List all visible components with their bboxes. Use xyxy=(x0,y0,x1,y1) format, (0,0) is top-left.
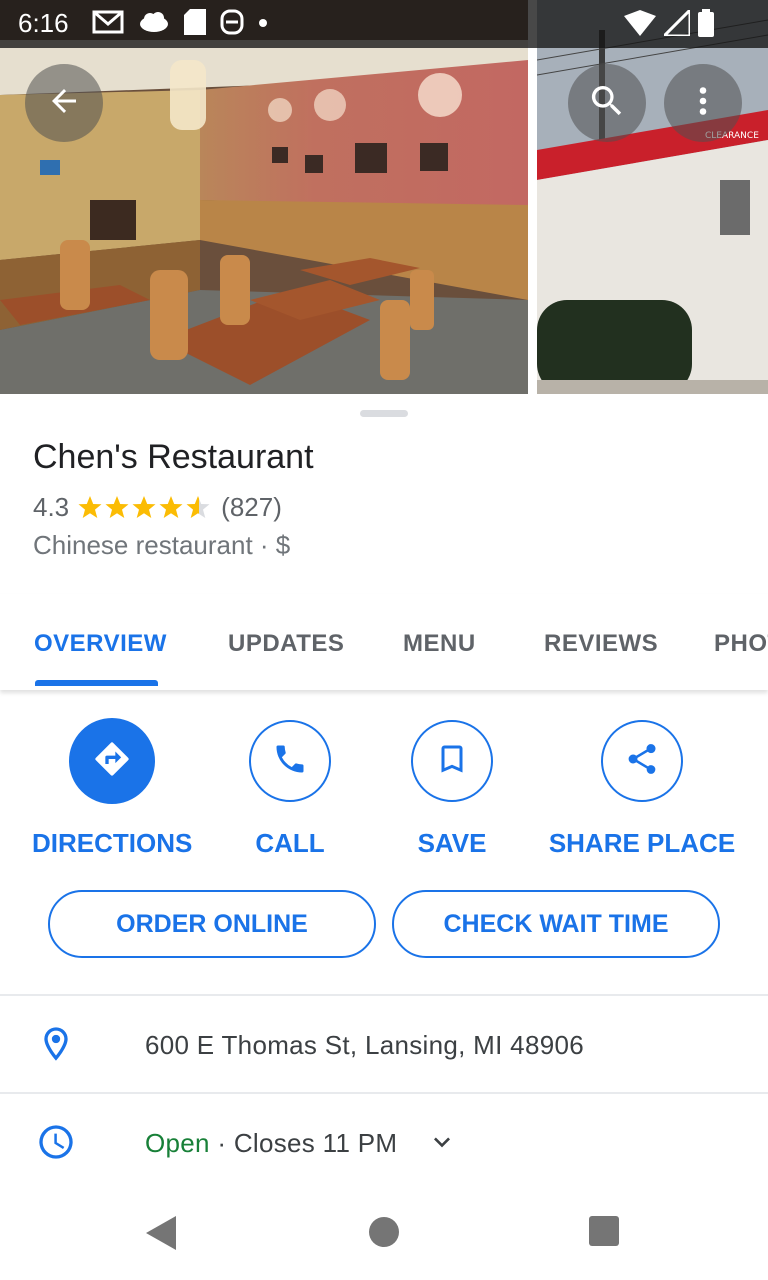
tab-menu[interactable]: MENU xyxy=(403,630,476,658)
place-sheet: Chen's Restaurant 4.3 (827) Chinese rest… xyxy=(0,394,768,1280)
share-circle xyxy=(601,720,683,802)
nav-recents-button[interactable] xyxy=(589,1216,619,1251)
save-button[interactable]: SAVE xyxy=(392,718,512,859)
battery-icon xyxy=(698,9,714,42)
gmail-icon xyxy=(92,10,124,39)
more-options-button[interactable] xyxy=(664,64,742,142)
exterior-photo[interactable]: CLEARANCE xyxy=(537,0,768,394)
search-icon xyxy=(587,81,627,126)
rating-value: 4.3 xyxy=(33,492,70,522)
nav-home-button[interactable] xyxy=(368,1216,400,1253)
more-vert-icon xyxy=(685,83,721,124)
sd-card-icon xyxy=(184,8,206,40)
tab-updates[interactable]: UPDATES xyxy=(228,630,344,658)
directions-label: DIRECTIONS xyxy=(32,828,193,858)
back-button[interactable] xyxy=(25,64,103,142)
dot-icon xyxy=(258,15,268,33)
search-button[interactable] xyxy=(568,64,646,142)
tab-reviews[interactable]: REVIEWS xyxy=(544,630,658,658)
save-circle xyxy=(411,720,493,802)
status-time: 6:16 xyxy=(18,8,69,38)
call-button[interactable]: CALL xyxy=(230,718,350,859)
place-category: Chinese restaurant · $ xyxy=(33,530,291,560)
directions-circle xyxy=(69,718,155,804)
app-icon xyxy=(220,9,244,40)
nav-back-button[interactable] xyxy=(146,1216,178,1255)
save-label: SAVE xyxy=(417,828,487,858)
address-text: 600 E Thomas St, Lansing, MI 48906 xyxy=(145,1030,584,1060)
star-rating-icon xyxy=(78,495,210,518)
closing-time: · Closes 11 PM xyxy=(209,1128,398,1158)
hours-row[interactable]: Open · Closes 11 PM xyxy=(0,1094,768,1190)
bookmark-icon xyxy=(434,741,470,782)
address-row[interactable]: 600 E Thomas St, Lansing, MI 48906 xyxy=(0,996,768,1092)
call-label: CALL xyxy=(255,828,325,858)
share-place-button[interactable]: SHARE PLACE xyxy=(546,718,738,859)
sheet-drag-handle[interactable] xyxy=(360,410,408,417)
place-title: Chen's Restaurant xyxy=(33,438,314,476)
open-status: Open xyxy=(145,1128,210,1158)
phone-icon xyxy=(272,741,308,782)
status-bar: 6:16 xyxy=(0,0,768,48)
rating-stars xyxy=(77,495,213,521)
active-tab-indicator xyxy=(35,680,158,686)
clock-icon xyxy=(36,1122,76,1167)
tab-photos[interactable]: PHOTOS xyxy=(714,630,768,658)
chevron-down-icon[interactable] xyxy=(426,1126,458,1163)
arrow-back-icon xyxy=(46,83,82,124)
share-place-label: SHARE PLACE xyxy=(548,828,736,858)
directions-icon xyxy=(92,739,132,784)
review-count: (827) xyxy=(221,492,282,522)
system-nav-bar xyxy=(0,1184,768,1280)
signal-icon xyxy=(660,6,692,41)
tab-bar: OVERVIEW UPDATES MENU REVIEWS PHOTOS xyxy=(0,594,768,690)
call-circle xyxy=(249,720,331,802)
directions-button[interactable]: DIRECTIONS xyxy=(32,718,192,859)
rating-row[interactable]: 4.3 (827) xyxy=(33,492,282,523)
interior-photo[interactable] xyxy=(0,0,528,394)
location-pin-icon xyxy=(36,1024,76,1069)
hours-text: Open · Closes 11 PM xyxy=(145,1128,397,1159)
cloud-icon xyxy=(138,10,170,39)
tab-overview[interactable]: OVERVIEW xyxy=(34,630,167,658)
check-wait-time-button[interactable]: CHECK WAIT TIME xyxy=(392,890,720,958)
share-icon xyxy=(624,741,660,782)
order-online-button[interactable]: ORDER ONLINE xyxy=(48,890,376,958)
wifi-icon xyxy=(624,10,656,41)
